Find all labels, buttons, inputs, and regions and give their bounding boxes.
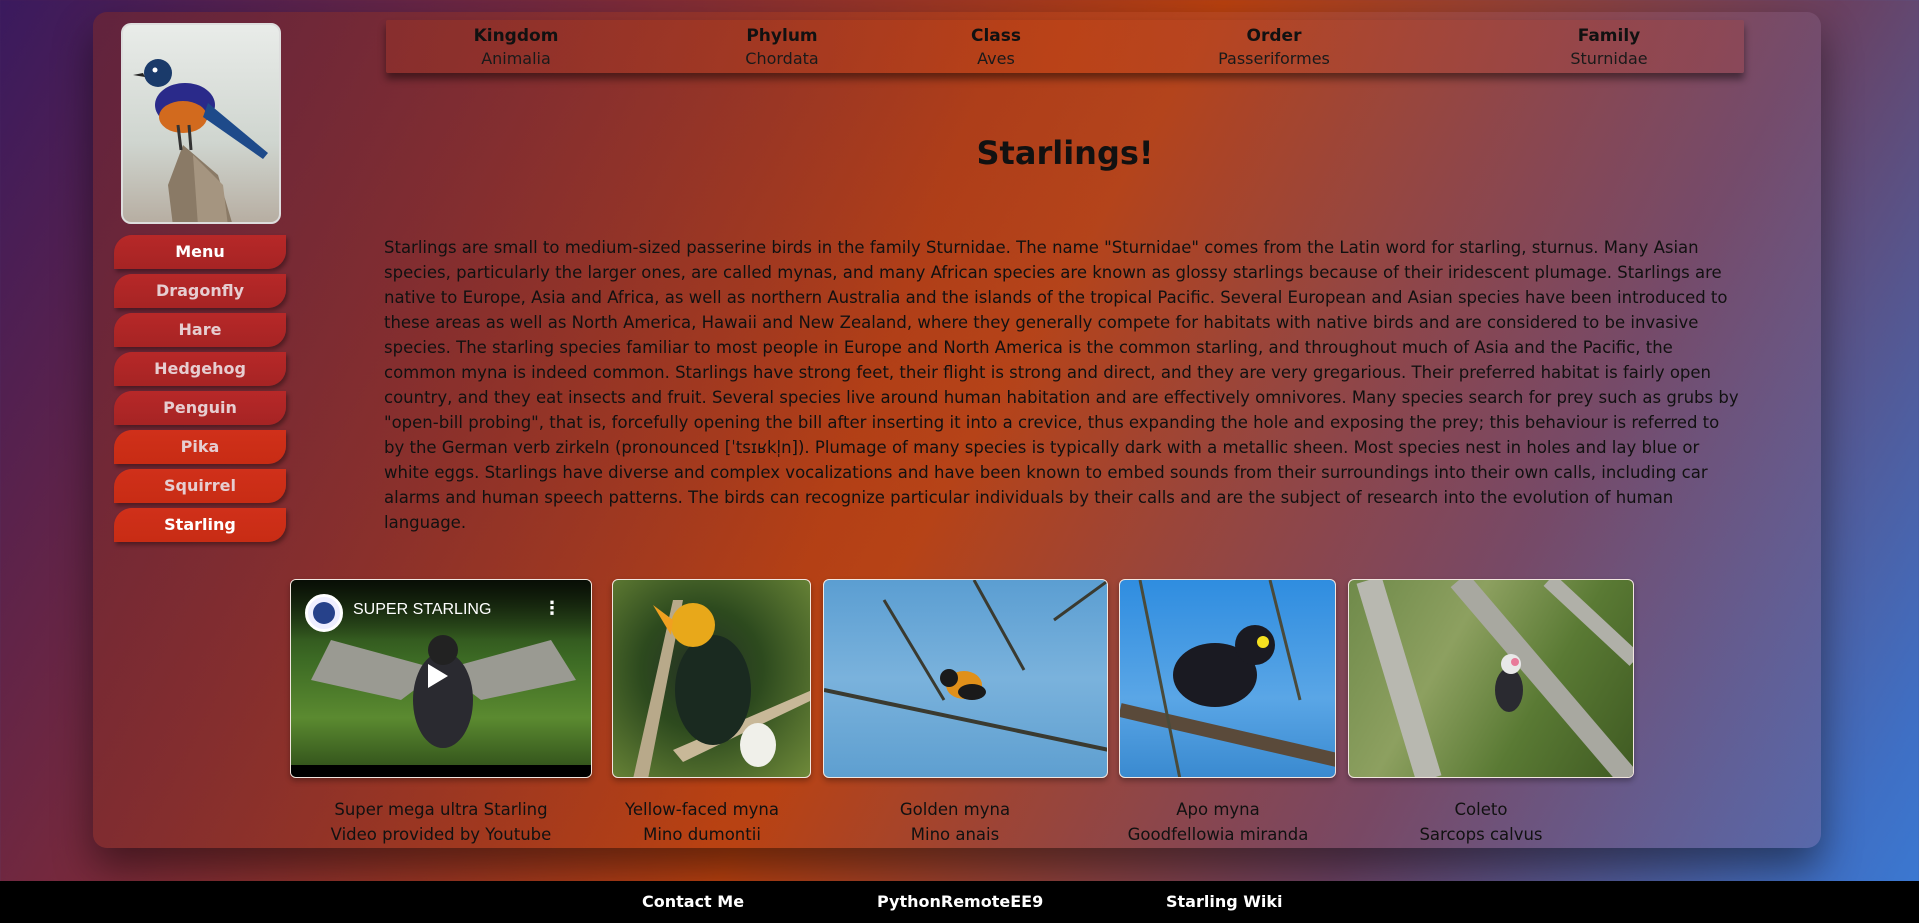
caption-coleto: Coleto Sarcops calvus bbox=[1351, 797, 1611, 847]
taxonomy-label: Class bbox=[970, 26, 1021, 46]
coleto-image bbox=[1348, 579, 1634, 778]
starling-illustration bbox=[133, 59, 268, 222]
taxonomy-label: Order bbox=[1246, 26, 1302, 46]
caption-video: Super mega ultra Starling Video provided… bbox=[311, 797, 571, 847]
taxonomy-class: Class Aves bbox=[886, 26, 1106, 68]
play-icon[interactable] bbox=[428, 664, 448, 688]
taxonomy-value: Sturnidae bbox=[1570, 49, 1648, 68]
channel-avatar-icon[interactable] bbox=[305, 594, 343, 632]
taxonomy-label: Phylum bbox=[746, 26, 818, 46]
caption-title: Yellow-faced myna bbox=[624, 800, 780, 819]
coleto-illustration bbox=[1356, 580, 1633, 777]
taxonomy-value: Chordata bbox=[745, 49, 819, 68]
taxonomy-order: Order Passeriformes bbox=[1164, 26, 1384, 68]
footer: Contact Me PythonRemoteEE9 Starling Wiki bbox=[0, 881, 1919, 923]
caption-subtitle: Mino dumontii bbox=[643, 825, 761, 844]
taxonomy-value: Aves bbox=[977, 49, 1015, 68]
apo-myna-image bbox=[1119, 579, 1336, 778]
caption-golden-myna: Golden myna Mino anais bbox=[825, 797, 1085, 847]
footer-link-python-remote[interactable]: PythonRemoteEE9 bbox=[877, 892, 1043, 911]
footer-link-contact[interactable]: Contact Me bbox=[642, 892, 744, 911]
caption-subtitle: Video provided by Youtube bbox=[330, 825, 552, 844]
caption-title: Coleto bbox=[1454, 800, 1508, 819]
caption-subtitle: Mino anais bbox=[910, 825, 1000, 844]
taxonomy-label: Kingdom bbox=[473, 26, 559, 46]
menu-item-pika[interactable]: Pika bbox=[114, 430, 286, 464]
taxonomy-value: Animalia bbox=[481, 49, 551, 68]
caption-subtitle: Goodfellowia miranda bbox=[1127, 825, 1309, 844]
video-bottom-bar bbox=[291, 765, 591, 777]
starling-description: Starlings are small to medium-sized pass… bbox=[384, 238, 1739, 532]
taxonomy-family: Family Sturnidae bbox=[1499, 26, 1719, 68]
video-title[interactable]: SUPER STARLING bbox=[353, 601, 491, 619]
taxonomy-kingdom: Kingdom Animalia bbox=[406, 26, 626, 68]
footer-link-starling-wiki[interactable]: Starling Wiki bbox=[1166, 892, 1283, 911]
menu-item-dragonfly[interactable]: Dragonfly bbox=[114, 274, 286, 308]
taxonomy-phylum: Phylum Chordata bbox=[672, 26, 892, 68]
caption-apo-myna: Apo myna Goodfellowia miranda bbox=[1088, 797, 1348, 847]
golden-myna-illustration bbox=[824, 580, 1107, 752]
menu-item-hare[interactable]: Hare bbox=[114, 313, 286, 347]
menu-item-squirrel[interactable]: Squirrel bbox=[114, 469, 286, 503]
caption-subtitle: Sarcops calvus bbox=[1419, 825, 1543, 844]
taxonomy-label: Family bbox=[1577, 26, 1641, 46]
myna-illustration bbox=[633, 600, 810, 777]
page-title: Starlings! bbox=[976, 134, 1154, 172]
menu-item-menu[interactable]: Menu bbox=[114, 235, 286, 269]
caption-yellow-faced-myna: Yellow-faced myna Mino dumontii bbox=[572, 797, 832, 847]
golden-myna-image bbox=[823, 579, 1108, 778]
apo-myna-illustration bbox=[1120, 580, 1335, 777]
side-menu: Menu Dragonfly Hare Hedgehog Penguin Pik… bbox=[114, 235, 288, 547]
yellow-faced-myna-image bbox=[612, 579, 811, 778]
caption-title: Golden myna bbox=[899, 800, 1011, 819]
caption-title: Super mega ultra Starling bbox=[334, 800, 548, 819]
starling-avatar-image bbox=[121, 23, 281, 224]
youtube-video-player[interactable]: SUPER STARLING ⋮ bbox=[290, 579, 592, 778]
caption-title: Apo myna bbox=[1176, 800, 1260, 819]
taxonomy-value: Passeriformes bbox=[1218, 49, 1330, 68]
menu-item-penguin[interactable]: Penguin bbox=[114, 391, 286, 425]
menu-item-hedgehog[interactable]: Hedgehog bbox=[114, 352, 286, 386]
more-options-icon[interactable]: ⋮ bbox=[543, 598, 561, 619]
menu-item-starling[interactable]: Starling bbox=[114, 508, 286, 542]
taxonomy-bar: Kingdom Animalia Phylum Chordata Class A… bbox=[386, 20, 1744, 73]
